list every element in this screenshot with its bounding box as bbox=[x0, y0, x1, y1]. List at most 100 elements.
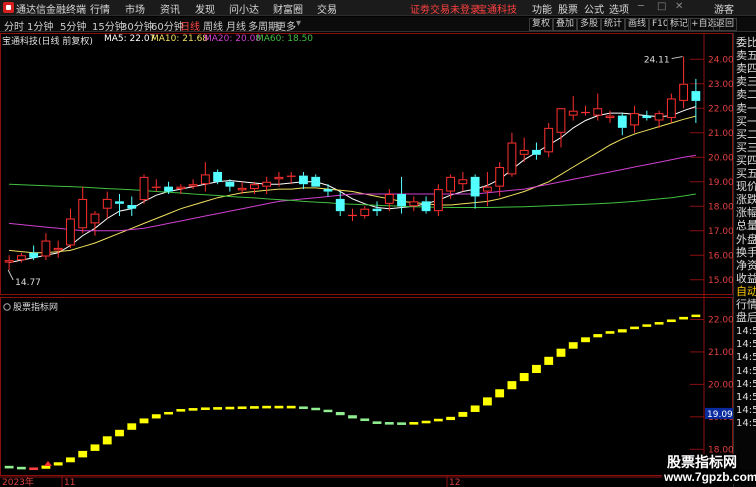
indicator-bar bbox=[29, 467, 39, 471]
candle-up bbox=[593, 108, 603, 116]
high-arrow bbox=[671, 56, 683, 60]
price-axis-label: 19.00 bbox=[708, 178, 733, 188]
candle-up bbox=[237, 187, 247, 191]
indicator-bar bbox=[458, 411, 468, 417]
indicator-bar bbox=[139, 418, 149, 424]
indicator-bar bbox=[409, 422, 419, 425]
indicator-bar bbox=[544, 356, 554, 365]
price-axis-label: 15.00 bbox=[708, 276, 733, 286]
indicator-settings-icon bbox=[3, 303, 11, 311]
indicator-bar bbox=[53, 462, 63, 466]
tick-time: 14:5 bbox=[736, 365, 756, 377]
candle-up bbox=[384, 194, 394, 204]
indicator-bar bbox=[593, 334, 603, 338]
candle-up bbox=[176, 186, 186, 190]
date-label: 12 bbox=[449, 478, 460, 487]
low-price-label: 14.77 bbox=[15, 278, 41, 288]
price-axis-label: 18.00 bbox=[708, 202, 733, 212]
watermark-url: www.7gpzb.com bbox=[662, 470, 756, 484]
candle-up bbox=[544, 127, 554, 153]
indicator-pane-border bbox=[0, 297, 733, 476]
side-label[interactable]: 盘后 bbox=[736, 309, 756, 325]
candle-up bbox=[507, 142, 517, 175]
indicator-bar bbox=[286, 405, 296, 409]
indicator-bar bbox=[446, 416, 456, 421]
indicator-bar bbox=[495, 389, 505, 398]
candle-down bbox=[323, 189, 333, 192]
indicator-bar bbox=[188, 408, 198, 411]
indicator-bar bbox=[372, 421, 382, 424]
low-arrow bbox=[7, 269, 14, 281]
price-axis-label: 17.00 bbox=[708, 227, 733, 237]
date-label: 11 bbox=[64, 478, 75, 487]
indicator-title: 股票指标网 bbox=[13, 301, 58, 313]
candle-up bbox=[53, 247, 63, 251]
indicator-bar bbox=[16, 466, 26, 470]
indicator-bar bbox=[433, 418, 443, 422]
candle-up bbox=[4, 260, 14, 263]
indicator-bar bbox=[654, 322, 664, 325]
indicator-axis-label: 20.00 bbox=[708, 380, 733, 390]
candle-up bbox=[41, 240, 51, 257]
candle-down bbox=[470, 176, 480, 197]
indicator-bar bbox=[397, 422, 406, 425]
candle-up bbox=[409, 201, 419, 207]
candle-up bbox=[630, 113, 639, 126]
indicator-bar bbox=[532, 364, 541, 374]
candle-down bbox=[335, 198, 345, 212]
candle-up bbox=[679, 83, 689, 101]
candle-up bbox=[274, 176, 284, 180]
indicator-bar bbox=[507, 381, 517, 390]
candle-up bbox=[90, 213, 100, 224]
candle-down bbox=[225, 181, 235, 187]
candle-down bbox=[617, 115, 627, 128]
indicator-bar bbox=[274, 405, 284, 409]
candle-up bbox=[568, 110, 578, 116]
candle-down bbox=[299, 175, 308, 185]
candle-down bbox=[421, 201, 431, 212]
indicator-bar bbox=[127, 423, 137, 430]
candle-up bbox=[200, 174, 210, 185]
indicator-bar bbox=[568, 342, 578, 349]
kline-chart[interactable]: 24.00 23.00 22.00 21.00 20.00 19.00 18.00 17.00… bbox=[0, 0, 733, 487]
tick-time: 14:5 bbox=[736, 326, 756, 337]
candle-down bbox=[372, 208, 382, 212]
price-axis-label: 22.00 bbox=[708, 104, 733, 114]
candle-up bbox=[482, 186, 492, 192]
candle-down bbox=[691, 91, 701, 101]
candle-down bbox=[311, 176, 321, 187]
indicator-bar bbox=[335, 411, 345, 416]
indicator-bar bbox=[605, 331, 615, 334]
indicator-bar bbox=[679, 316, 689, 320]
price-axis-label: 23.00 bbox=[708, 80, 733, 90]
indicator-bar bbox=[311, 407, 321, 411]
indicator-bar bbox=[249, 406, 259, 409]
date-label: 2023年 bbox=[2, 476, 34, 487]
signal-marker bbox=[44, 461, 52, 466]
indicator-bar bbox=[237, 406, 247, 410]
candle-up bbox=[458, 179, 468, 185]
candle-up bbox=[188, 184, 198, 187]
indicator-axis-label: 21.00 bbox=[708, 348, 733, 358]
candle-down bbox=[115, 201, 124, 204]
indicator-bar bbox=[691, 314, 701, 318]
indicator-value-text: 19.09 bbox=[707, 410, 733, 420]
candle-up bbox=[556, 108, 566, 133]
high-price-label: 24.11 bbox=[644, 56, 670, 66]
tick-time: 14:5 bbox=[736, 378, 756, 390]
watermark-title: 股票指标网 bbox=[665, 454, 739, 470]
indicator-bar bbox=[102, 436, 112, 445]
candle-down bbox=[213, 171, 223, 182]
candle-up bbox=[446, 176, 456, 192]
indicator-bar bbox=[262, 405, 272, 409]
candle-up bbox=[360, 208, 370, 217]
tick-time: 14:5 bbox=[736, 392, 756, 403]
candle-up bbox=[139, 176, 149, 201]
indicator-bar bbox=[225, 406, 235, 410]
candle-up bbox=[78, 198, 88, 229]
indicator-bar bbox=[299, 406, 308, 410]
price-axis-label: 24.00 bbox=[708, 55, 733, 65]
indicator-bar bbox=[519, 373, 529, 382]
indicator-bar bbox=[323, 409, 333, 413]
candle-down bbox=[397, 194, 406, 207]
